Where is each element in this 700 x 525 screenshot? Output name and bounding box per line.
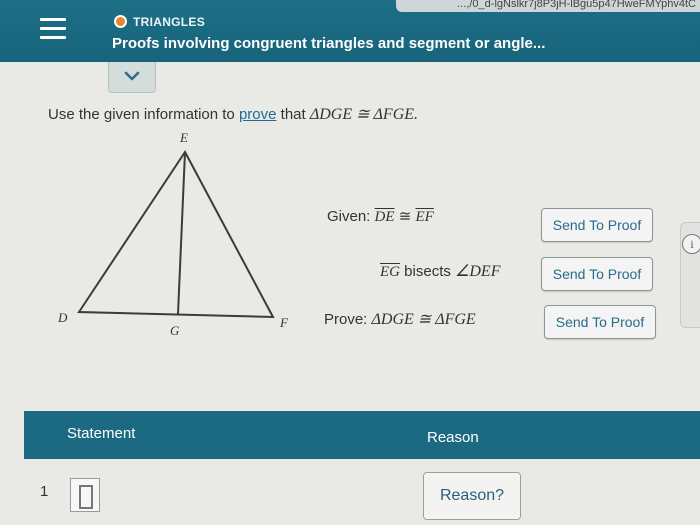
segment-ef: EF	[415, 209, 434, 225]
text-cursor-icon	[79, 485, 93, 509]
proof-table-header: Statement Reason	[24, 411, 700, 459]
reason-button[interactable]: Reason?	[423, 472, 521, 520]
info-icon[interactable]: i	[682, 234, 700, 254]
angle-def: ∠DEF	[455, 263, 501, 280]
vertex-label-left: D	[57, 310, 68, 325]
segment-eg: EG	[380, 264, 400, 280]
topic-status-icon	[114, 15, 127, 28]
prove-expression: ΔDGE ≅ ΔFGE	[371, 311, 476, 328]
instruction-text: Use the given information to prove that …	[48, 104, 418, 124]
send-to-proof-button-3[interactable]: Send To Proof	[544, 305, 656, 339]
triangle-diagram: E D F G	[57, 130, 289, 338]
chevron-down-icon	[124, 71, 140, 81]
bisector-statement: EG bisects ∠DEF	[380, 261, 500, 281]
url-fragment: ...,/0_d-lgNslkr7j8P3jH-lBgu5p47HweFMYph…	[396, 0, 700, 12]
statement-input-box[interactable]	[70, 478, 100, 512]
segment-de: DE	[374, 209, 395, 225]
given-label: Given:	[327, 208, 371, 225]
prove-link[interactable]: prove	[239, 106, 277, 123]
expand-chevron-button[interactable]	[108, 62, 156, 93]
hamburger-menu-icon[interactable]	[40, 18, 66, 40]
header-bar: ...,/0_d-lgNslkr7j8P3jH-lBgu5p47HweFMYph…	[0, 0, 700, 62]
send-to-proof-button-1[interactable]: Send To Proof	[541, 208, 653, 242]
bisector-segment	[177, 151, 186, 315]
row-number: 1	[40, 483, 49, 500]
page-title: Proofs involving congruent triangles and…	[112, 35, 546, 52]
instruction-middle: that	[280, 106, 306, 123]
prove-statement: Prove: ΔDGE ≅ ΔFGE	[324, 309, 476, 329]
send-to-proof-button-2[interactable]: Send To Proof	[541, 257, 653, 291]
vertex-label-top: E	[179, 130, 188, 145]
statement-column-header: Statement	[67, 425, 136, 442]
instruction-statement: ΔDGE ≅ ΔFGE.	[309, 106, 419, 123]
given-statement: Given: DE ≅ EF	[327, 207, 434, 226]
vertex-label-right: F	[279, 315, 289, 330]
instruction-prefix: Use the given information to	[48, 106, 235, 123]
congruent-symbol: ≅	[398, 208, 412, 225]
triangle-outline	[77, 150, 275, 319]
bisects-text: bisects	[404, 263, 451, 280]
prove-label: Prove:	[324, 311, 368, 328]
vertex-label-bottom: G	[170, 323, 180, 338]
topic-label: TRIANGLES	[133, 15, 206, 29]
reason-column-header: Reason	[427, 429, 479, 446]
